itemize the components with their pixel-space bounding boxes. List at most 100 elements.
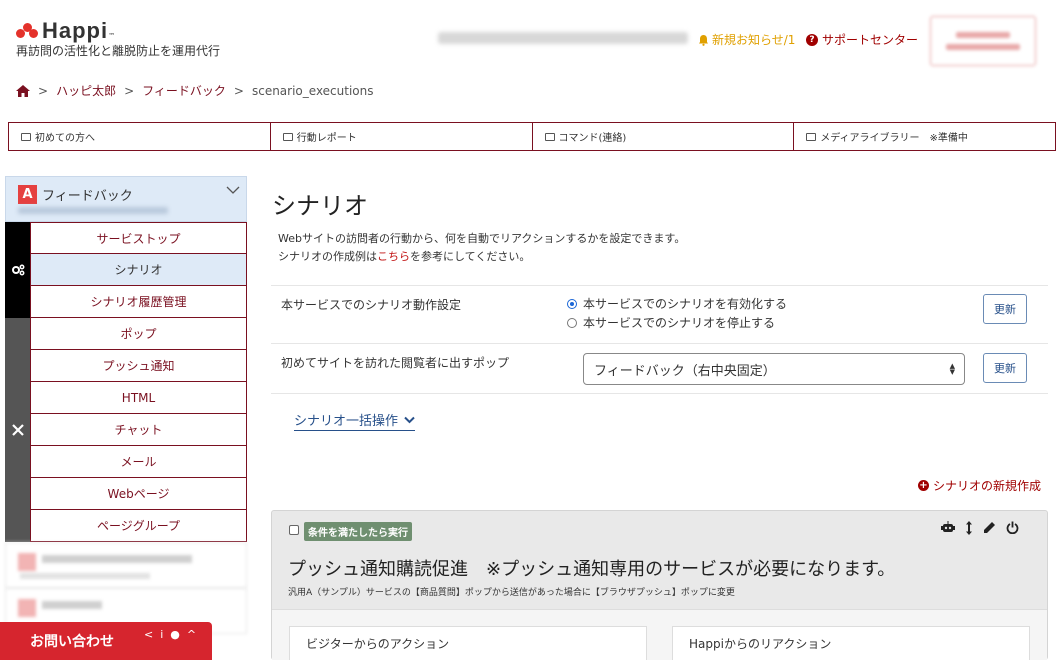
brand-logo[interactable]: Happi ™ [16,18,115,44]
page-title: シナリオ [272,192,368,220]
desc-text: を参考にしてください。 [410,250,531,263]
logo-mark-icon [16,21,40,41]
book-icon [21,132,31,141]
bell-icon [699,34,708,46]
users-icon[interactable]: ● [170,628,180,641]
bulk-operations-toggle[interactable]: シナリオ一括操作 [294,410,416,431]
report-icon [282,132,293,141]
radio-enable[interactable]: 本サービスでのシナリオを有効化する [567,294,787,313]
scenario-title: プッシュ通知購読促進 ※プッシュ通知専用のサービスが必要になります。 [288,559,896,580]
share-icon[interactable]: < [144,628,153,641]
account-info-blurred [438,32,688,44]
header-action-button-blurred[interactable] [930,16,1036,66]
contact-label: お問い合わせ [30,634,114,650]
select-arrows-icon: ▲ ▼ [949,362,955,376]
gears-icon [5,222,30,318]
home-icon[interactable] [16,84,30,97]
radio-button[interactable] [567,298,577,309]
sidebar-item-scenario-history[interactable]: シナリオ履歴管理 [30,286,247,318]
breadcrumb-user[interactable]: ハッピ太郎 [56,82,116,99]
breadcrumb-sep: > [124,83,135,98]
power-icon[interactable] [1006,521,1019,534]
folder-icon [806,132,817,141]
scenario-description: 汎用A（サンプル）サービスの【商品質問】ポップから送信があった場合に【ブラウザプ… [288,588,735,598]
topnav-getting-started[interactable]: 初めての方へ [9,123,270,150]
question-icon: ? [806,33,818,46]
panel-header: Happiからのリアクション [689,637,832,651]
setting-scenario-activation: 本サービスでのシナリオ動作設定 本サービスでのシナリオを有効化する 本サービスで… [271,285,1048,343]
sidebar-item-service-top[interactable]: サービストップ [30,222,247,254]
support-label: サポートセンター [822,33,919,47]
topnav-label: 行動レポート [296,133,357,144]
sort-vertical-icon[interactable] [965,521,973,535]
topnav-media-library[interactable]: メディアライブラリー ※準備中 [793,123,1055,150]
topnav-command[interactable]: コマンド(連絡) [531,123,794,150]
breadcrumb-sep: > [38,83,49,98]
sidebar-group-settings: サービストップ シナリオ シナリオ履歴管理 [5,222,247,318]
sidebar-item-pop[interactable]: ポップ [30,318,247,350]
chevron-down-icon [404,416,415,423]
desc-line-2: シナリオの作成例はこちらを参考にしてください。 [278,248,685,266]
sidebar-item-scenario[interactable]: シナリオ [30,254,247,286]
update-button[interactable]: 更新 [983,294,1027,324]
visitor-action-panel: ビジターからのアクション [289,626,647,660]
condition-badge: 条件を満たしたら実行 [304,522,412,541]
sidebar-group-tools: ポップ プッシュ通知 HTML チャット メール Webページ ページグループ [5,318,247,542]
setting-label: 初めてサイトを訪れた閲覧者に出すポップ [281,356,510,370]
examples-link[interactable]: こちら [377,250,410,263]
command-icon [544,132,555,141]
radio-disable[interactable]: 本サービスでのシナリオを停止する [567,313,787,332]
sidebar-item-push[interactable]: プッシュ通知 [30,350,247,382]
topnav-label: コマンド(連絡) [558,133,627,144]
sidebar-item-webpage[interactable]: Webページ [30,478,247,510]
edit-pencil-icon[interactable] [983,521,996,534]
happi-reaction-panel: Happiからのリアクション [672,626,1030,660]
sidebar-item-page-group[interactable]: ページグループ [30,510,247,542]
brand-tm: ™ [108,32,116,40]
sidebar-item-mail[interactable]: メール [30,446,247,478]
service-badge: A [18,185,37,204]
new-scenario-link[interactable]: + シナリオの新規作成 [918,477,1041,494]
plus-circle-icon: + [918,480,929,491]
service-subtitle-blurred [18,207,168,214]
sidebar-item-chat[interactable]: チャット [30,414,247,446]
scenario-card: 条件を満たしたら実行 プッシュ通知購読促進 ※プッシュ通知専用のサービスが必要に… [271,510,1048,660]
radio-label: 本サービスでのシナリオを有効化する [583,297,788,311]
support-center-link[interactable]: ? サポートセンター [806,31,918,48]
contact-toolbar: < i ● ^ [144,628,196,641]
info-icon[interactable]: i [160,628,163,641]
setting-first-visit-pop: 初めてサイトを訪れた閲覧者に出すポップ フィードバック（右中央固定） ▲ ▼ 更新 [271,343,1048,394]
desc-line-1: Webサイトの訪問者の行動から、何を自動でリアクションするかを設定できます。 [278,232,686,245]
sidebar-item-html[interactable]: HTML [30,382,247,414]
scenario-body: ビジターからのアクション Happiからのリアクション [272,609,1047,660]
robot-icon[interactable] [941,521,955,534]
chevron-down-icon[interactable] [226,185,240,195]
sidebar-service-header[interactable]: A フィードバック [5,176,247,222]
service-title: フィードバック [42,189,133,204]
breadcrumb-current: scenario_executions [251,83,374,98]
chevron-up-icon[interactable]: ^ [187,628,196,641]
notice-label: 新規お知らせ/1 [712,33,796,47]
tools-icon [5,318,30,542]
radio-label: 本サービスでのシナリオを停止する [583,316,776,330]
bulk-label: シナリオ一括操作 [294,414,399,429]
radio-button[interactable] [567,317,577,328]
pop-select[interactable]: フィードバック（右中央固定） ▲ ▼ [583,353,965,385]
panel-header: ビジターからのアクション [306,637,450,651]
notice-link[interactable]: 新規お知らせ/1 [698,31,795,48]
brand-name: Happi [42,18,109,43]
scenario-checkbox[interactable] [289,525,299,535]
topnav-label: メディアライブラリー ※準備中 [820,133,968,144]
update-button[interactable]: 更新 [983,353,1027,383]
breadcrumb: > ハッピ太郎 > フィードバック > scenario_executions [16,82,374,99]
select-value: フィードバック（右中央固定） [594,363,776,379]
breadcrumb-service[interactable]: フィードバック [142,82,226,99]
topnav-label: 初めての方へ [35,133,95,144]
setting-label: 本サービスでのシナリオ動作設定 [281,298,462,312]
sidebar: A フィードバック サービストップ シナリオ シナリオ履歴管理 ポップ プッシュ… [5,176,247,634]
brand-tagline: 再訪問の活性化と離脱防止を運用代行 [16,44,221,58]
topnav-behavior-report[interactable]: 行動レポート [269,123,532,150]
sidebar-service-blurred[interactable] [5,542,247,588]
card-toolbar [941,521,1019,535]
breadcrumb-sep: > [233,83,244,98]
